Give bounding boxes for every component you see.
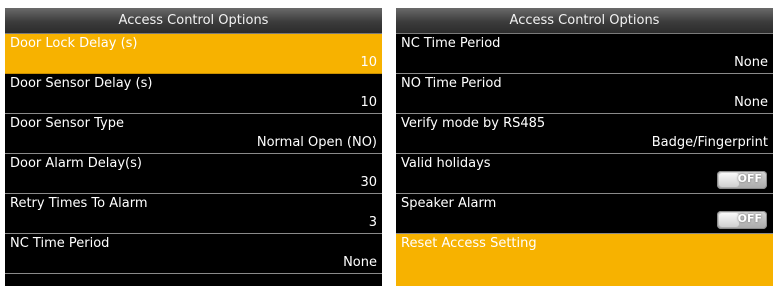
screen-title: Access Control Options [5,8,382,34]
menu-item-label: NO Time Period [401,76,502,91]
menu-item-label: Retry Times To Alarm [10,196,148,211]
speaker-alarm-toggle[interactable]: OFF [717,211,767,229]
menu-item-label: Door Sensor Delay (s) [10,76,153,91]
menu-item-no-time-period[interactable]: NO Time Period None [396,74,773,114]
menu-item-door-alarm-delay[interactable]: Door Alarm Delay(s) 30 [5,154,382,194]
menu-item-value: 10 [360,55,377,70]
menu-item-value: None [343,255,377,270]
toggle-knob [719,173,739,187]
menu-item-label: Verify mode by RS485 [401,116,546,131]
menu-item-value: None [734,55,768,70]
menu-item-door-lock-delay[interactable]: Door Lock Delay (s) 10 [5,34,382,74]
menu-item-label: Speaker Alarm [401,196,497,211]
menu-item-label: NC Time Period [401,36,501,51]
screen-title: Access Control Options [396,8,773,34]
menu-item-value: 3 [368,215,377,230]
menu-item-speaker-alarm[interactable]: Speaker Alarm OFF [396,194,773,234]
right-screen: Access Control Options NC Time Period No… [396,8,773,286]
left-screen: Access Control Options Door Lock Delay (… [5,8,382,286]
menu-item-nc-time-period[interactable]: NC Time Period None [5,234,382,274]
toggle-state: OFF [737,172,762,185]
menu-item-value: Badge/Fingerprint [651,135,768,150]
menu-item-verify-mode-rs485[interactable]: Verify mode by RS485 Badge/Fingerprint [396,114,773,154]
menu-item-door-sensor-delay[interactable]: Door Sensor Delay (s) 10 [5,74,382,114]
menu-item-nc-time-period[interactable]: NC Time Period None [396,34,773,74]
menu-item-label: Door Lock Delay (s) [10,36,138,51]
menu-item-label: Valid holidays [401,156,491,171]
menu-item-label: NC Time Period [10,236,110,251]
menu-item-label: Door Sensor Type [10,116,124,131]
menu-item-value: Normal Open (NO) [256,135,377,150]
menu-item-label: Door Alarm Delay(s) [10,156,142,171]
valid-holidays-toggle[interactable]: OFF [717,171,767,189]
menu-item-label: Reset Access Setting [401,236,537,251]
menu-item-value: 10 [360,95,377,110]
toggle-state: OFF [737,212,762,225]
menu-item-value: 30 [360,175,377,190]
menu-item-value: None [734,95,768,110]
menu-item-valid-holidays[interactable]: Valid holidays OFF [396,154,773,194]
menu-item-retry-times-to-alarm[interactable]: Retry Times To Alarm 3 [5,194,382,234]
toggle-knob [719,213,739,227]
menu-item-door-sensor-type[interactable]: Door Sensor Type Normal Open (NO) [5,114,382,154]
menu-item-reset-access-setting[interactable]: Reset Access Setting [396,234,773,286]
